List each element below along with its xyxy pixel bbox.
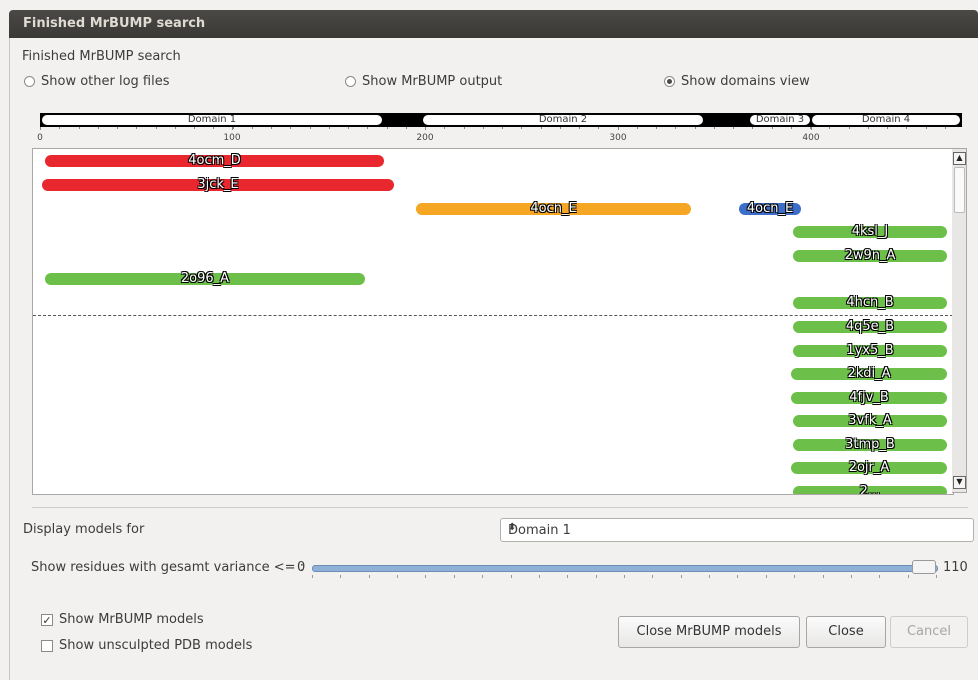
model-bar[interactable]: 3vfk_A [793,414,947,427]
updown-arrows-icon: ⬍ [508,522,517,533]
model-bar[interactable]: 2... [793,485,947,494]
model-bar[interactable]: 2w9n_A [793,249,947,262]
cancel-button[interactable]: Cancel [890,616,968,648]
scroll-thumb[interactable] [954,167,965,213]
model-bar[interactable]: 4ocn_E [739,202,801,215]
slider-handle[interactable] [912,560,936,574]
checkbox-show-unsculpted-pdb[interactable]: Show unsculpted PDB models [41,638,252,653]
checkbox-box[interactable] [41,639,53,652]
scroll-down-icon[interactable]: ▼ [953,476,966,489]
model-bar[interactable]: 4ocn_E [416,202,691,215]
residue-ruler: 0 100 200 300 400 [37,127,962,147]
model-bar[interactable]: 4ksl_J [793,225,947,238]
variance-max: 110 [943,560,968,575]
close-mrbump-models-button[interactable]: Close MrBUMP models [618,616,800,648]
model-bar[interactable]: 1yx5_B [793,344,947,357]
radio-show-other-log-files[interactable]: Show other log files [24,74,170,89]
ruler-label: 200 [416,133,434,143]
display-models-label: Display models for [23,522,145,537]
model-bar[interactable]: 4q5e_B [793,320,947,333]
scroll-up-icon[interactable]: ▲ [953,152,966,165]
section-title: Finished MrBUMP search [22,49,181,64]
domain-select[interactable]: Domain 1 ⬍ [500,518,974,542]
ruler-label: 100 [223,133,241,143]
model-bar[interactable]: 2ojr_A [791,461,947,474]
radio-indicator[interactable] [345,76,356,87]
ruler-label: 0 [37,133,43,143]
ruler-label: 400 [802,133,820,143]
models-view[interactable]: 4ocm_D 3jck_E 4ocn_E 4ocn_E 4ksl_J 2w9n_… [32,148,954,495]
radio-indicator[interactable] [24,76,35,87]
radio-indicator[interactable] [664,76,675,87]
window-title: Finished MrBUMP search [23,16,206,31]
variance-min: 0 [297,560,306,575]
domain-segment-2[interactable]: Domain 2 [423,115,703,125]
radio-show-domains-view[interactable]: Show domains view [664,74,810,89]
window-titlebar: Finished MrBUMP search [9,10,978,38]
domain-segment-4[interactable]: Domain 4 [812,115,960,125]
model-bar[interactable]: 4ocm_D [45,154,384,167]
model-bar[interactable]: 2o96_A [45,272,365,285]
variance-label: Show residues with gesamt variance <= : [31,560,305,575]
ruler-label: 300 [609,133,627,143]
domain-segment-1[interactable]: Domain 1 [42,115,382,125]
domain-segment-3[interactable]: Domain 3 [750,115,810,125]
vertical-scrollbar[interactable]: ▲ ▼ [952,148,967,493]
checkbox-show-mrbump-models[interactable]: ✓ Show MrBUMP models [41,612,204,627]
model-bar[interactable]: 2kdi_A [791,367,947,380]
variance-slider[interactable] [312,565,938,572]
close-button[interactable]: Close [806,616,886,648]
domain-bar: Domain 1 Domain 2 Domain 3 Domain 4 [40,113,962,127]
model-bar[interactable]: 4hcn_B [793,296,947,309]
model-bar[interactable]: 3tmp_B [793,438,947,451]
separator [32,507,968,508]
slider-ticks [312,575,937,579]
divider-line [33,315,953,316]
model-bar[interactable]: 3jck_E [42,178,394,191]
model-bar[interactable]: 4fjv_B [791,391,947,404]
radio-show-mrbump-output[interactable]: Show MrBUMP output [345,74,502,89]
check-icon[interactable]: ✓ [41,613,53,626]
